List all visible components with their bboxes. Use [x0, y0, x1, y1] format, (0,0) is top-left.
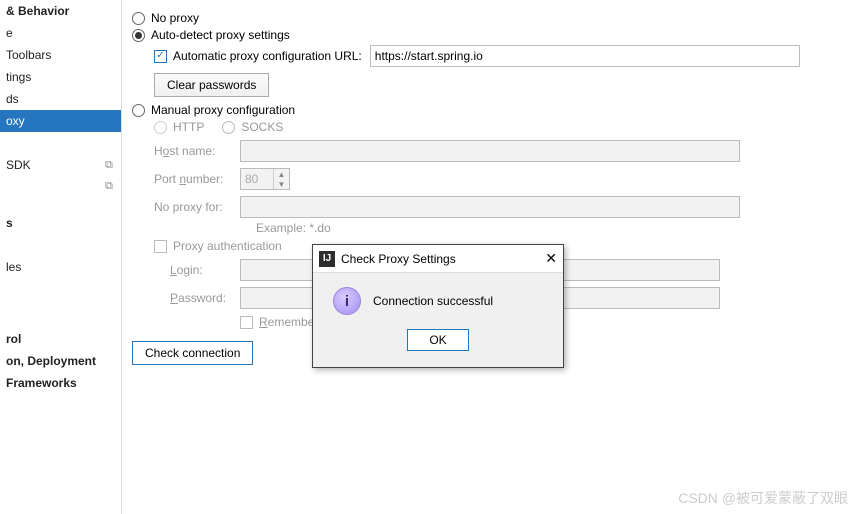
- watermark: CSDN @被可爱蒙蔽了双眼: [678, 488, 848, 508]
- sidebar-item[interactable]: ⧉: [0, 176, 121, 196]
- manual-proxy-radio[interactable]: [132, 104, 145, 117]
- socks-radio: [222, 121, 235, 134]
- hostname-label: Host name:: [154, 144, 240, 158]
- spin-up-icon: ▲: [274, 169, 289, 179]
- copy-icon: ⧉: [105, 180, 117, 192]
- sidebar-item[interactable]: les: [0, 256, 121, 278]
- sidebar-item[interactable]: on, Deployment: [0, 350, 121, 372]
- check-connection-button[interactable]: Check connection: [132, 341, 253, 365]
- sidebar-item[interactable]: rol: [0, 328, 121, 350]
- check-proxy-dialog: IJ Check Proxy Settings ✕ i Connection s…: [312, 244, 564, 368]
- proxy-auth-checkbox: [154, 240, 167, 253]
- auto-detect-radio[interactable]: [132, 29, 145, 42]
- dialog-message: Connection successful: [373, 294, 493, 308]
- sidebar-item[interactable]: s: [0, 212, 121, 234]
- auto-detect-label: Auto-detect proxy settings: [151, 28, 290, 42]
- no-proxy-for-input: [240, 196, 740, 218]
- sidebar-item[interactable]: Toolbars: [0, 44, 121, 66]
- port-input: ▲▼: [240, 168, 290, 190]
- app-icon: IJ: [319, 251, 335, 267]
- login-label: Login:: [170, 263, 240, 277]
- no-proxy-radio[interactable]: [132, 12, 145, 25]
- example-text: Example: *.do: [256, 221, 331, 235]
- manual-proxy-label: Manual proxy configuration: [151, 103, 295, 117]
- settings-sidebar: & Behavior e Toolbars tings ds oxy SDK⧉ …: [0, 0, 122, 514]
- remember-label: Remember: [259, 315, 318, 329]
- no-proxy-label: No proxy: [151, 11, 199, 25]
- password-label: Password:: [170, 291, 240, 305]
- port-label: Port number:: [154, 172, 240, 186]
- auto-url-input[interactable]: [370, 45, 800, 67]
- auto-url-checkbox[interactable]: [154, 50, 167, 63]
- sidebar-item[interactable]: ds: [0, 88, 121, 110]
- http-label: HTTP: [173, 120, 204, 134]
- info-icon: i: [333, 287, 361, 315]
- http-radio: [154, 121, 167, 134]
- spin-down-icon: ▼: [274, 179, 289, 189]
- ok-button[interactable]: OK: [407, 329, 469, 351]
- sidebar-item[interactable]: tings: [0, 66, 121, 88]
- copy-icon: ⧉: [105, 159, 117, 171]
- close-icon[interactable]: ✕: [545, 250, 557, 267]
- no-proxy-for-label: No proxy for:: [154, 200, 240, 214]
- sidebar-item[interactable]: SDK⧉: [0, 154, 121, 176]
- sidebar-item[interactable]: & Behavior: [0, 0, 121, 22]
- auto-url-label: Automatic proxy configuration URL:: [173, 49, 362, 63]
- hostname-input: [240, 140, 740, 162]
- proxy-auth-label: Proxy authentication: [173, 239, 282, 253]
- sidebar-item[interactable]: e: [0, 22, 121, 44]
- dialog-titlebar[interactable]: IJ Check Proxy Settings ✕: [313, 245, 563, 273]
- remember-checkbox: [240, 316, 253, 329]
- dialog-title: Check Proxy Settings: [341, 252, 456, 266]
- socks-label: SOCKS: [241, 120, 283, 134]
- sidebar-item[interactable]: Frameworks: [0, 372, 121, 394]
- clear-passwords-button[interactable]: Clear passwords: [154, 73, 269, 97]
- sidebar-item-proxy[interactable]: oxy: [0, 110, 121, 132]
